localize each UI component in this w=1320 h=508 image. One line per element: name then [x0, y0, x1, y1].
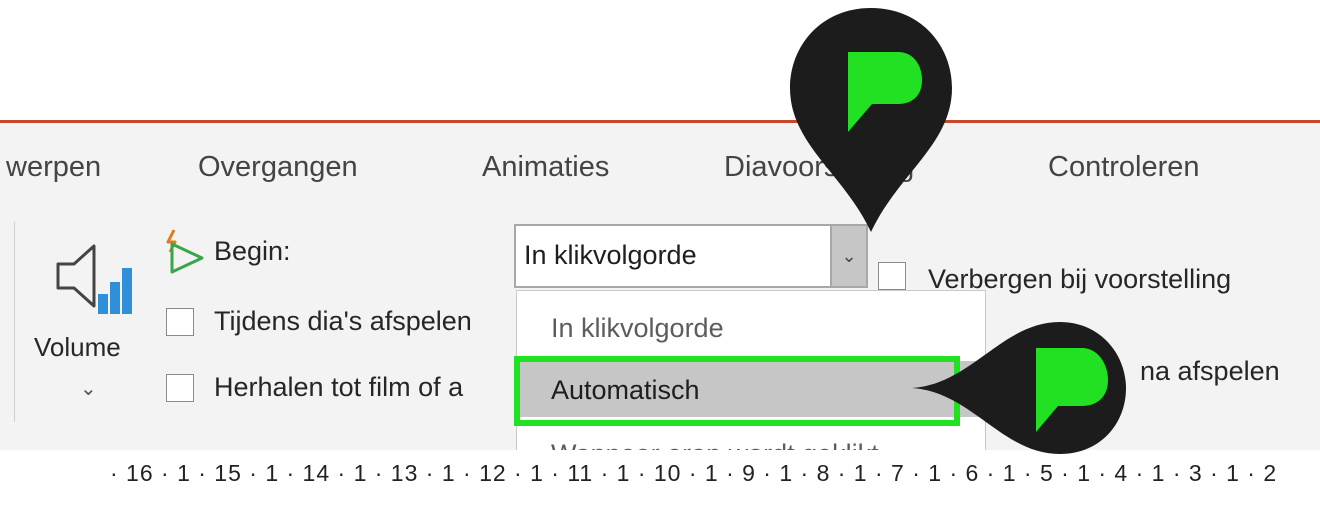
speaker-volume-icon[interactable] [52, 238, 144, 316]
start-select[interactable]: In klikvolgorde [514, 224, 832, 288]
volume-chevron-down-icon[interactable]: ⌄ [80, 376, 97, 401]
across-slides-label: Tijdens dia's afspelen [214, 306, 472, 336]
volume-label[interactable]: Volume [34, 332, 121, 363]
callout-pin-icon [912, 322, 1126, 454]
tab-controleren[interactable]: Controleren [1048, 151, 1200, 184]
rewind-label: na afspelen [1140, 356, 1280, 386]
ruler: · 16 · 1 · 15 · 1 · 14 · 1 · 13 · 1 · 12… [0, 450, 1320, 508]
window-top-blank [0, 0, 1320, 120]
across-slides-checkbox[interactable] [166, 308, 194, 336]
loop-label: Herhalen tot film of a [214, 372, 464, 402]
loop-checkbox[interactable] [166, 374, 194, 402]
callout-pin-icon [790, 8, 952, 232]
group-divider [14, 222, 15, 422]
tab-overgangen[interactable]: Overgangen [198, 151, 358, 184]
start-select-value: In klikvolgorde [524, 240, 697, 270]
hide-checkbox[interactable] [878, 262, 906, 290]
highlight-frame [514, 356, 960, 426]
tab-animaties[interactable]: Animaties [482, 151, 609, 184]
ruler-numbers: · 16 · 1 · 15 · 1 · 14 · 1 · 13 · 1 · 12… [110, 460, 1278, 486]
begin-label: Begin: [214, 236, 291, 266]
tab-ontwerpen[interactable]: werpen [6, 151, 101, 184]
begin-trigger-icon [166, 229, 204, 274]
